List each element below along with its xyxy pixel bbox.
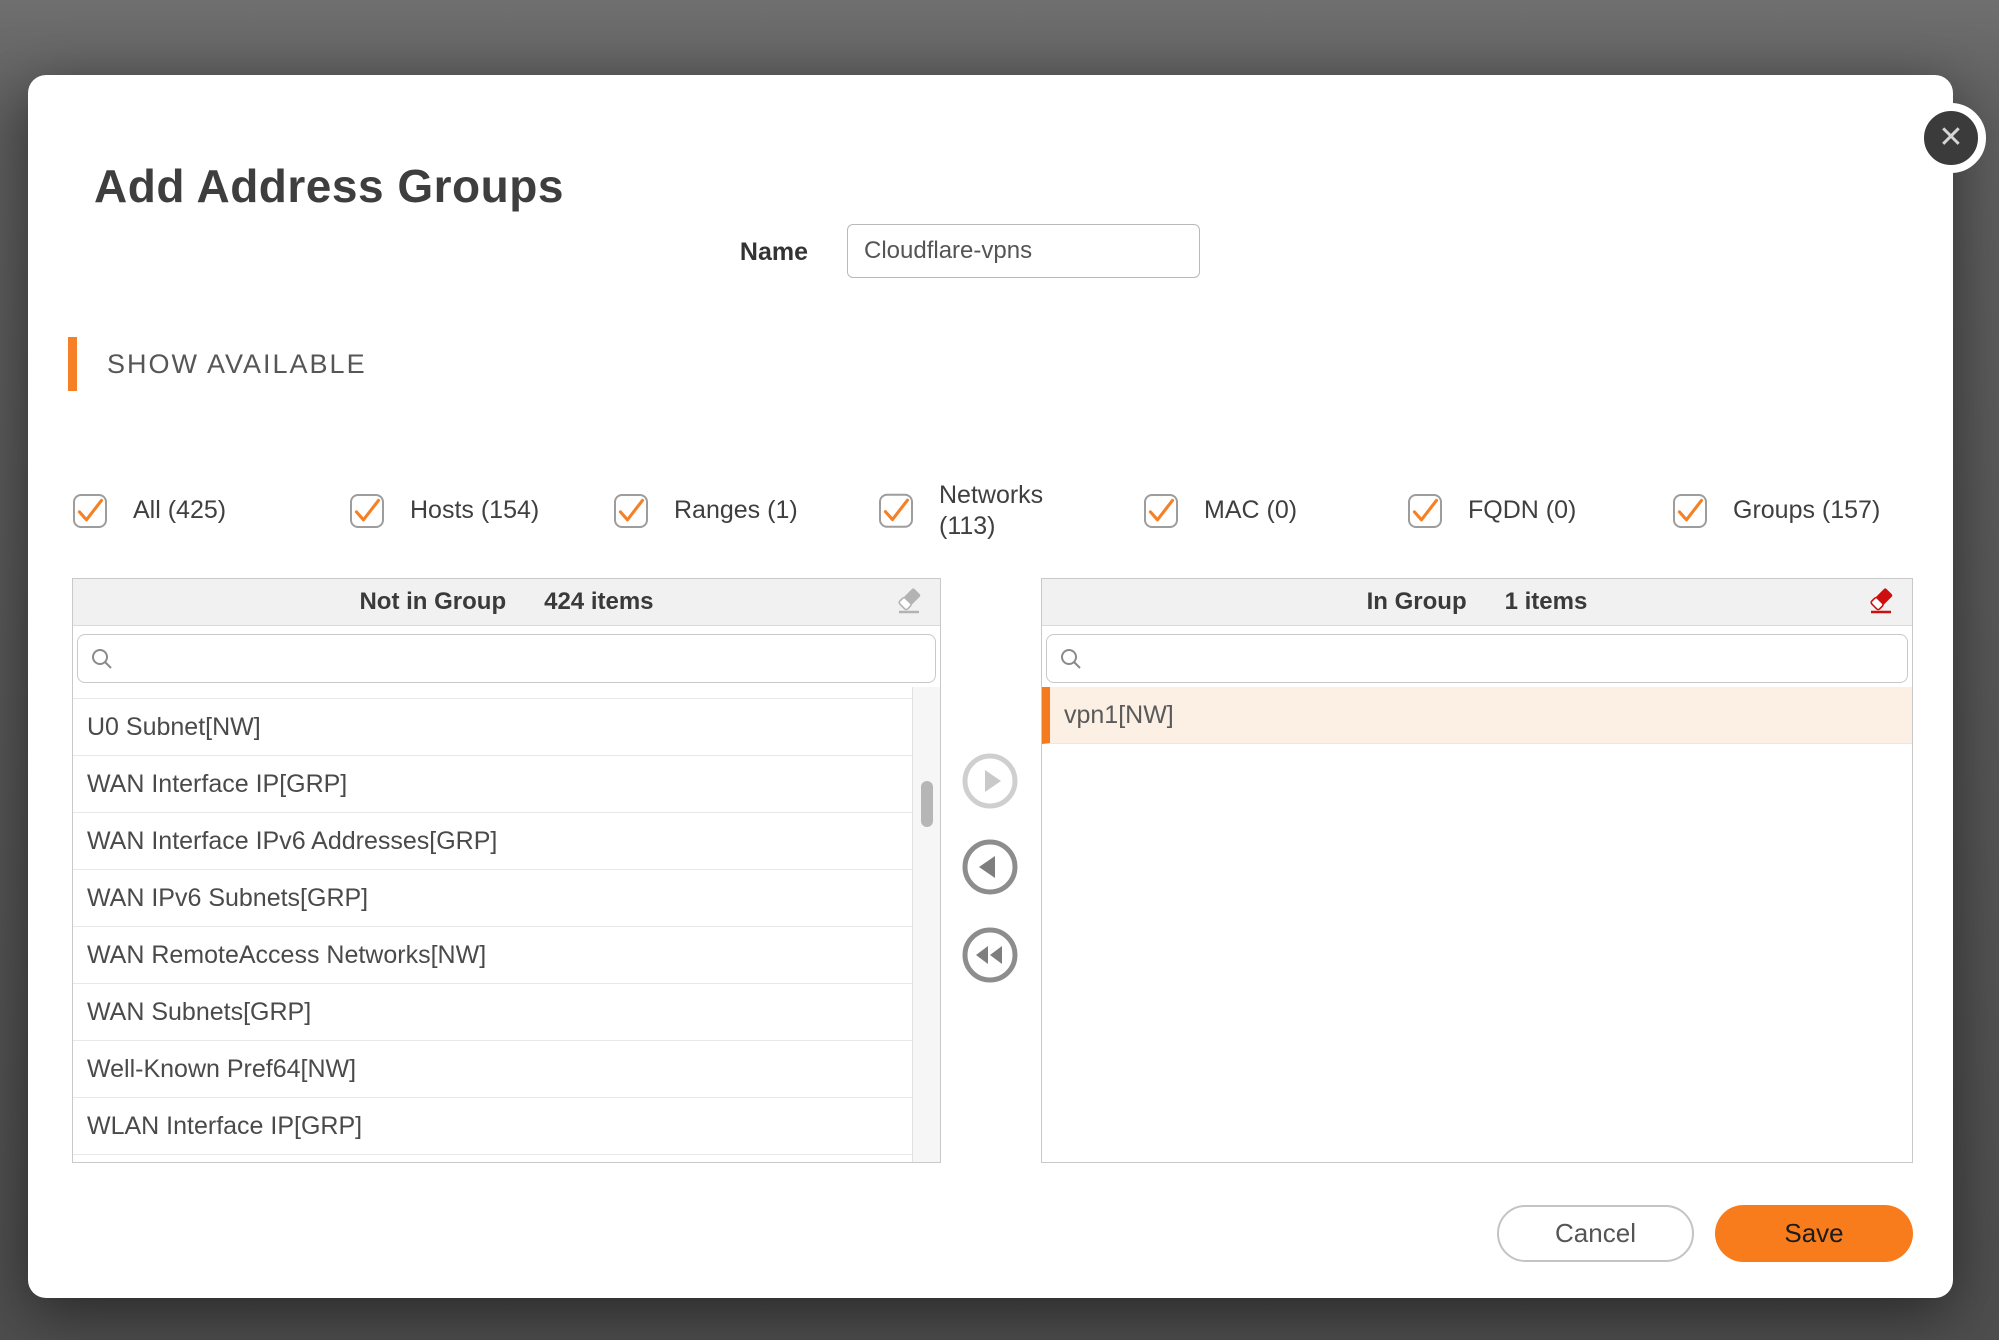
in-group-search-input[interactable] [1093,635,1895,682]
filter-checkbox-mac[interactable]: MAC (0) [1144,494,1297,528]
filter-checkbox-groups[interactable]: Groups (157) [1673,494,1880,528]
accent-bar [68,337,77,391]
panel-title: Not in Group [359,588,506,616]
double-arrow-left-icon [961,926,1019,984]
name-input[interactable] [847,224,1200,278]
list-item[interactable]: U0 Subnet[NW] [73,699,912,756]
list-item[interactable]: WAN RemoteAccess Networks[NW] [73,927,912,984]
filter-label: MAC (0) [1204,495,1297,526]
move-all-left-button[interactable] [961,926,1019,984]
list-item[interactable]: Well-Known Pref64[NW] [73,1041,912,1098]
close-icon: ✕ [1938,123,1963,153]
selected-list-item[interactable]: vpn1[NW] [1042,687,1912,744]
filter-row: All (425) Hosts (154) Ranges (1) Network… [28,456,1953,566]
panel-title: In Group [1367,588,1467,616]
checkbox-checked-icon [350,494,384,528]
list-item[interactable]: WAN Subnets[GRP] [73,984,912,1041]
not-in-group-search [77,634,936,683]
not-in-group-list: U0 Subnet[NW] WAN Interface IP[GRP] WAN … [73,687,940,1162]
in-group-list: vpn1[NW] [1042,687,1912,1162]
eraser-icon[interactable] [1868,588,1894,616]
arrow-right-icon [961,752,1019,810]
close-button[interactable]: ✕ [1916,103,1986,173]
filter-label: FQDN (0) [1468,495,1576,526]
filter-label: Hosts (154) [410,495,539,526]
cancel-button[interactable]: Cancel [1497,1205,1694,1262]
in-group-panel: In Group 1 items vpn1[NW] [1041,578,1913,1163]
checkbox-checked-icon [614,494,648,528]
checkbox-checked-icon [1673,494,1707,528]
search-icon [90,647,114,671]
filter-checkbox-ranges[interactable]: Ranges (1) [614,494,798,528]
not-in-group-header: Not in Group 424 items [73,579,940,626]
name-label: Name [668,238,808,267]
panel-item-count: 424 items [544,588,653,616]
filter-checkbox-all[interactable]: All (425) [73,494,226,528]
list-item[interactable]: WAN Interface IPv6 Addresses[GRP] [73,813,912,870]
search-icon [1059,647,1083,671]
checkbox-checked-icon [1408,494,1442,528]
section-title: SHOW AVAILABLE [107,349,367,380]
save-button[interactable]: Save [1715,1205,1913,1262]
filter-checkbox-networks[interactable]: Networks (113) [879,480,1061,543]
filter-label: Networks (113) [939,480,1061,543]
checkbox-checked-icon [879,494,913,528]
add-address-groups-dialog: Add Address Groups ✕ Name SHOW AVAILABLE… [28,75,1953,1298]
move-right-button[interactable] [961,752,1019,810]
not-in-group-panel: Not in Group 424 items U0 Subnet[NW] WAN… [72,578,941,1163]
list-item[interactable]: WLAN Interface IP[GRP] [73,1098,912,1155]
filter-label: Groups (157) [1733,495,1880,526]
panel-item-count: 1 items [1505,588,1588,616]
scrollbar-thumb[interactable] [921,781,933,827]
list-item[interactable]: WAN IPv6 Subnets[GRP] [73,870,912,927]
move-left-button[interactable] [961,838,1019,896]
in-group-search [1046,634,1908,683]
show-available-section: SHOW AVAILABLE [68,337,367,391]
checkbox-checked-icon [1144,494,1178,528]
list-scrollbar[interactable] [912,687,940,1162]
list-item[interactable]: WAN Interface IP[GRP] [73,756,912,813]
partial-row [73,687,912,699]
not-in-group-search-input[interactable] [124,635,923,682]
eraser-icon[interactable] [896,588,922,616]
page-title: Add Address Groups [94,159,564,213]
filter-label: All (425) [133,495,226,526]
filter-checkbox-hosts[interactable]: Hosts (154) [350,494,539,528]
filter-label: Ranges (1) [674,495,798,526]
filter-checkbox-fqdn[interactable]: FQDN (0) [1408,494,1576,528]
checkbox-checked-icon [73,494,107,528]
in-group-header: In Group 1 items [1042,579,1912,626]
arrow-left-icon [961,838,1019,896]
